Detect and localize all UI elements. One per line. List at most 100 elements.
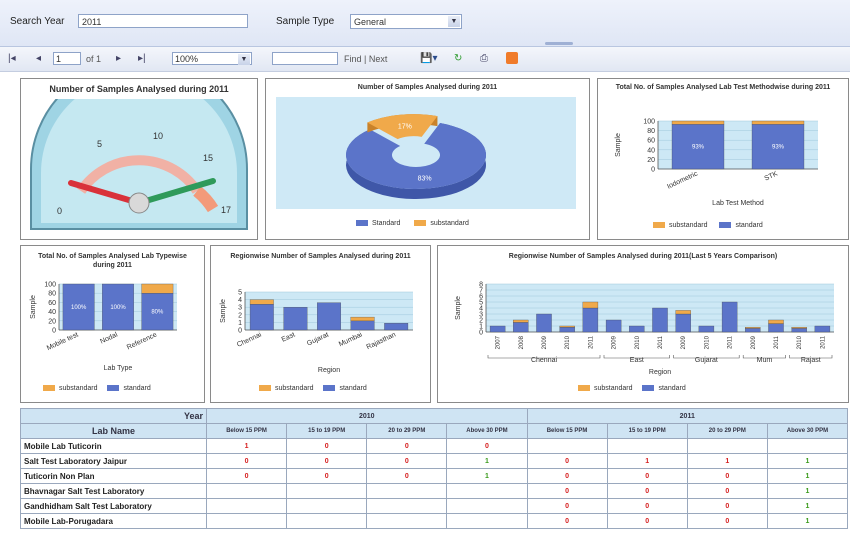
- ppm-count-cell: 0: [606, 468, 688, 484]
- ppm-count-cell: [446, 483, 528, 499]
- bar-standard[interactable]: [698, 325, 715, 333]
- y-tick-label: 40: [48, 309, 56, 316]
- bar-substandard[interactable]: [513, 319, 529, 323]
- bar-standard[interactable]: [317, 302, 341, 331]
- previous-page-icon[interactable]: ◂: [36, 53, 41, 64]
- bar-substandard[interactable]: [791, 327, 807, 329]
- legend-label-substandard: substandard: [59, 385, 98, 392]
- bar-substandard[interactable]: [671, 120, 725, 125]
- ppm-count-cell: 0: [366, 453, 448, 469]
- bar-standard[interactable]: [745, 328, 761, 333]
- ppm-count-cell: 0: [526, 513, 608, 529]
- find-text-input[interactable]: [272, 52, 338, 65]
- lab-name-cell: Gandhidham Salt Test Laboratory: [20, 498, 207, 514]
- legend-swatch-substandard: [259, 385, 271, 392]
- sample-type-select[interactable]: General ▼: [350, 14, 462, 29]
- last-page-icon[interactable]: ▸|: [138, 53, 146, 64]
- x-year-label: 2009: [751, 335, 757, 349]
- table-row: Mobile Lab-Porugadara 0 0 0 1: [20, 513, 849, 529]
- bar-standard[interactable]: [582, 307, 599, 333]
- bar-standard[interactable]: [791, 328, 807, 333]
- gauge-tick-17: 17: [221, 205, 231, 215]
- bar-standard[interactable]: [814, 325, 831, 333]
- bar-standard[interactable]: [768, 323, 784, 333]
- bar-substandard[interactable]: [768, 319, 784, 324]
- x-tick-label: Nodal: [99, 331, 119, 345]
- group-label: Mum: [757, 357, 773, 364]
- method-chart: 0 20 40 60 80 100 93% Iodometric 93% STK Sample Lab…: [615, 119, 818, 207]
- search-year-input[interactable]: 2011: [78, 14, 248, 28]
- search-year-label: Search Year: [10, 16, 65, 27]
- print-icon[interactable]: ⎙: [480, 53, 488, 64]
- bar-substandard[interactable]: [745, 327, 761, 329]
- export-icon[interactable]: 💾▾: [420, 53, 437, 64]
- refresh-icon[interactable]: ↻: [454, 53, 462, 64]
- bar-substandard[interactable]: [559, 325, 575, 328]
- year-2010-header: 2010: [206, 408, 528, 424]
- donut-value-label: 83%: [418, 176, 432, 183]
- gauge-panel: Number of Samples Analysed during 2011 0…: [20, 78, 258, 240]
- y-axis-title: Sample: [615, 133, 622, 157]
- x-tick-label: Rajasthan: [366, 331, 398, 351]
- y-tick-label: 100: [643, 119, 655, 126]
- legend-swatch-standard: [356, 220, 368, 227]
- method-legend: substandard standard: [653, 222, 763, 229]
- bar-standard[interactable]: [605, 319, 622, 333]
- labtype-panel: Total No. of Samples Analysed Lab Typewi…: [20, 245, 205, 403]
- bar-standard[interactable]: [675, 313, 691, 333]
- bar-standard[interactable]: [629, 325, 645, 333]
- bar-standard[interactable]: [384, 323, 409, 331]
- sample-type-value: General: [354, 17, 387, 27]
- ppm-count-cell: [366, 498, 448, 514]
- bar-value-label: 93%: [692, 145, 705, 151]
- zoom-select[interactable]: 100% ▼: [172, 52, 252, 65]
- bar-standard[interactable]: [283, 307, 308, 331]
- atom-feed-icon[interactable]: [506, 52, 518, 64]
- chevron-down-icon[interactable]: ▼: [238, 54, 250, 65]
- y-tick-label: 0: [238, 328, 242, 335]
- ppm-count-cell: [205, 483, 288, 499]
- x-tick-label: Mumbai: [338, 331, 364, 348]
- bar-standard[interactable]: [652, 307, 668, 333]
- bar-standard[interactable]: [559, 327, 575, 333]
- lab-name-header: Lab Name: [20, 423, 207, 439]
- x-year-label: 2010: [565, 335, 571, 349]
- ppm-column-header: 20 to 29 PPM: [686, 423, 768, 439]
- donut-panel: Number of Samples Analysed during 2011 8…: [265, 78, 590, 240]
- ppm-count-cell: [205, 513, 288, 529]
- legend-label-standard: Standard: [372, 220, 401, 227]
- bar-substandard[interactable]: [141, 283, 174, 294]
- method-title: Total No. of Samples Analysed Lab Test M…: [615, 84, 831, 91]
- gauge-chart: 0 5 10 15 17: [30, 99, 248, 230]
- ppm-count-cell: 0: [606, 498, 688, 514]
- ppm-count-cell: [446, 513, 528, 529]
- x-tick-label: Reference: [126, 331, 158, 351]
- chevron-down-icon[interactable]: ▼: [448, 16, 460, 27]
- find-next-link[interactable]: Find | Next: [344, 54, 387, 64]
- legend-swatch-standard: [642, 385, 655, 392]
- bar-standard[interactable]: [249, 304, 274, 331]
- ppm-count-cell: 0: [366, 438, 448, 454]
- first-page-icon[interactable]: |◂: [8, 53, 16, 64]
- bar-substandard[interactable]: [751, 120, 805, 125]
- ppm-count-cell: [526, 438, 608, 454]
- legend-label-substandard: substandard: [594, 385, 633, 392]
- bar-substandard[interactable]: [350, 316, 375, 322]
- y-tick-label: 0: [52, 328, 56, 335]
- next-page-icon[interactable]: ▸: [116, 53, 121, 64]
- bar-substandard[interactable]: [675, 310, 691, 315]
- bar-standard[interactable]: [489, 325, 506, 333]
- bar-standard[interactable]: [721, 301, 738, 333]
- legend-label-substandard: substandard: [430, 220, 469, 227]
- collapse-handle[interactable]: [545, 42, 573, 45]
- bar-substandard[interactable]: [249, 299, 274, 305]
- region-chart: 012345Chennai East Gujarat Mumbai RajasthanS…: [220, 290, 413, 374]
- bar-standard[interactable]: [513, 322, 529, 333]
- y-tick-label: 3: [238, 305, 242, 312]
- x-axis-title: Lab Type: [104, 365, 133, 372]
- bar-standard[interactable]: [350, 320, 375, 331]
- bar-standard[interactable]: [536, 313, 552, 333]
- page-number-input[interactable]: 1: [53, 52, 81, 65]
- bar-substandard[interactable]: [582, 301, 599, 309]
- report-toolbar: |◂ ◂ 1 of 1 ▸ ▸| 100% ▼ Find | Next 💾▾ ↻…: [0, 47, 850, 72]
